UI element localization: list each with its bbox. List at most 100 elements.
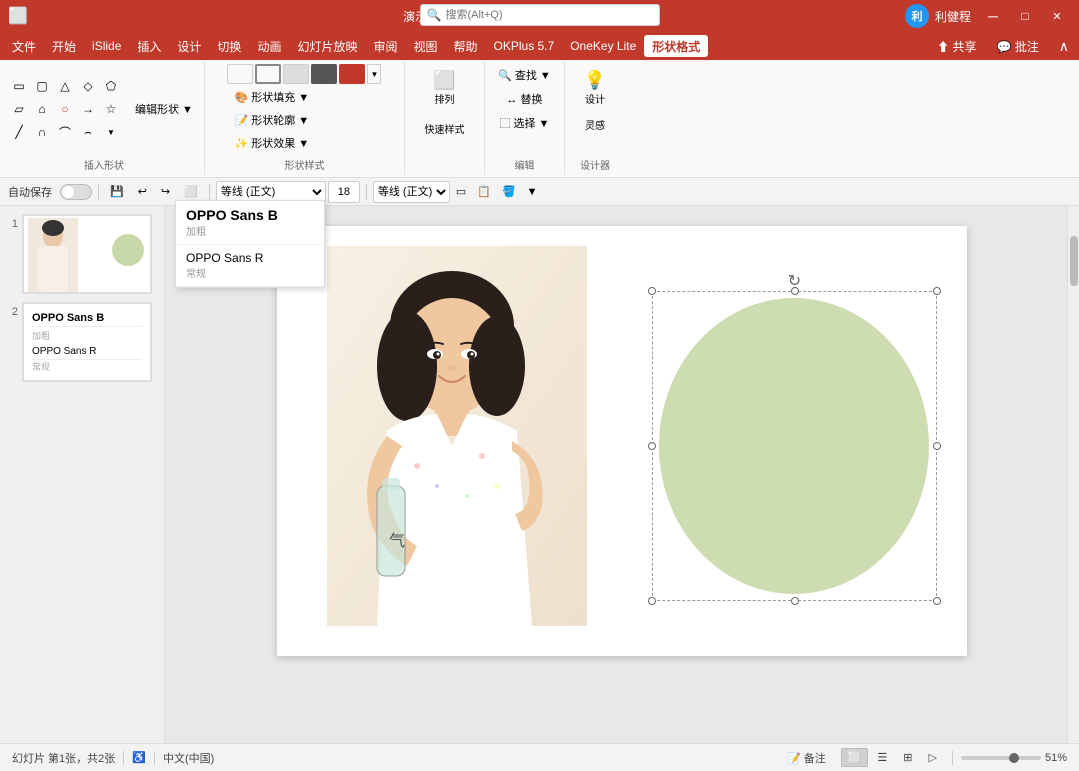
search-bar[interactable]: 🔍: [420, 4, 660, 26]
find-button[interactable]: 🔍 查找 ▼: [491, 64, 558, 86]
zoom-controls: 51%: [961, 752, 1067, 764]
handle-bottom-left[interactable]: [648, 597, 656, 605]
menu-home[interactable]: 开始: [44, 35, 84, 57]
select-button[interactable]: ⬚ 选择 ▼: [492, 112, 556, 134]
accessibility-icon[interactable]: ♿: [132, 751, 146, 764]
zoom-knob[interactable]: [1009, 753, 1019, 763]
menu-transition[interactable]: 切换: [209, 35, 249, 57]
outline-view-button[interactable]: ☰: [870, 748, 894, 767]
title-bar: ⬜ 演示文稿1 - PowerPoint 🔍 利 利健程 ─ □ ✕: [0, 0, 1079, 32]
shape-outline-button[interactable]: 📝 形状轮廓 ▼: [227, 109, 316, 131]
line-btn[interactable]: ╱: [8, 121, 30, 143]
menu-view[interactable]: 视图: [405, 35, 445, 57]
title-left-icons: ⬜: [8, 6, 28, 26]
connector-btn[interactable]: ⌢: [77, 121, 99, 143]
main-area: 1: [0, 206, 1079, 743]
menu-slideshow[interactable]: 幻灯片放映: [289, 35, 365, 57]
font-size-input[interactable]: [328, 181, 360, 203]
person-image[interactable]: 气: [327, 246, 587, 626]
style-preset-3[interactable]: [283, 64, 309, 84]
menu-design[interactable]: 设计: [169, 35, 209, 57]
zoom-slider[interactable]: [961, 756, 1041, 760]
collapse-ribbon-icon[interactable]: ∧: [1053, 36, 1075, 57]
more-shapes-btn[interactable]: ▼: [100, 121, 122, 143]
round-rect-btn[interactable]: ▢: [31, 75, 53, 97]
slide-sorter-button[interactable]: ⊞: [896, 748, 919, 767]
handle-top-center[interactable]: [791, 287, 799, 295]
handle-mid-right[interactable]: [933, 442, 941, 450]
notes-label: 备注: [804, 753, 826, 765]
normal-view-button[interactable]: ⬜: [841, 748, 869, 767]
font-oppo-r-item[interactable]: OPPO Sans R 常规: [176, 245, 324, 287]
circle-btn[interactable]: ○: [54, 98, 76, 120]
handle-mid-left[interactable]: [648, 442, 656, 450]
menu-help[interactable]: 帮助: [446, 35, 486, 57]
style-preset-2[interactable]: [255, 64, 281, 84]
handle-bottom-center[interactable]: [791, 597, 799, 605]
undo-button[interactable]: ↩: [133, 182, 152, 201]
canvas-v-scrollbar[interactable]: [1067, 206, 1079, 743]
rect-shape-btn[interactable]: ▭: [8, 75, 30, 97]
pentagon-btn[interactable]: ⬠: [100, 75, 122, 97]
menu-animation[interactable]: 动画: [249, 35, 289, 57]
arrow-btn[interactable]: →: [77, 98, 99, 120]
menu-insert[interactable]: 插入: [129, 35, 169, 57]
format-style-select[interactable]: 等线 (正文): [373, 181, 450, 203]
canvas-scrollbar-thumb[interactable]: [1070, 236, 1078, 286]
maximize-button[interactable]: □: [1011, 5, 1039, 27]
slide-preview-2[interactable]: OPPO Sans B 加粗 OPPO Sans R 常规: [22, 302, 152, 382]
replace-button[interactable]: ↔ 替换: [499, 88, 549, 110]
close-button[interactable]: ✕: [1043, 5, 1071, 27]
shape-effect-button[interactable]: ✨ 形状效果 ▼: [227, 132, 316, 154]
inspiration-button[interactable]: 灵感: [578, 114, 612, 135]
format-clear-btn[interactable]: 🪣: [497, 181, 521, 203]
notes-button[interactable]: 📝 备注: [780, 747, 833, 769]
style-preset-1[interactable]: [227, 64, 253, 84]
handle-top-right[interactable]: [933, 287, 941, 295]
menu-file[interactable]: 文件: [4, 35, 44, 57]
format-button[interactable]: ⬜: [179, 182, 203, 201]
shape-fill-button[interactable]: 🎨 形状填充 ▼: [227, 86, 316, 108]
format-paste-btn[interactable]: 📋: [472, 181, 496, 203]
slide-canvas[interactable]: 气: [277, 226, 967, 656]
arrange-button[interactable]: ⬜ 排列: [422, 64, 466, 112]
font-oppo-b-item[interactable]: OPPO Sans B 加粗: [176, 201, 324, 245]
save-button[interactable]: 💾: [105, 182, 129, 201]
autosave-toggle[interactable]: [60, 184, 92, 200]
parallelogram-btn[interactable]: ▱: [8, 98, 30, 120]
style-more-button[interactable]: ▼: [367, 64, 381, 84]
shape-properties: 🎨 形状填充 ▼ 📝 形状轮廓 ▼ ✨ 形状效果 ▼: [227, 86, 316, 154]
diamond-btn[interactable]: ◇: [77, 75, 99, 97]
menu-onekey[interactable]: OneKey Lite: [562, 35, 644, 57]
quick-style-button[interactable]: 快速样式: [414, 114, 474, 142]
slide-preview-1[interactable]: [22, 214, 152, 294]
curve-btn[interactable]: ∩: [31, 121, 53, 143]
search-input[interactable]: [445, 9, 652, 21]
menu-okplus[interactable]: OKPlus 5.7: [486, 35, 563, 57]
circle-selection-container[interactable]: ↻: [652, 291, 937, 601]
design-button[interactable]: 💡 设计: [573, 64, 617, 112]
menu-review[interactable]: 审阅: [365, 35, 405, 57]
redo-button[interactable]: ↪: [156, 182, 175, 201]
style-preset-5[interactable]: [339, 64, 365, 84]
trapezoid-btn[interactable]: ⌂: [31, 98, 53, 120]
toolbar-separator-1: [98, 184, 99, 200]
font-oppo-bold-name: OPPO Sans B: [186, 207, 314, 223]
user-section: 利 利健程: [905, 4, 971, 28]
menu-shape-format[interactable]: 形状格式: [644, 35, 708, 57]
handle-top-left[interactable]: [648, 287, 656, 295]
edit-shape-button[interactable]: 编辑形状 ▼: [128, 98, 200, 120]
handle-bottom-right[interactable]: [933, 597, 941, 605]
format-copy-btn[interactable]: ▭: [451, 181, 471, 203]
freeform-btn[interactable]: ⌒: [54, 121, 76, 143]
minimize-button[interactable]: ─: [979, 5, 1007, 27]
triangle-btn[interactable]: △: [54, 75, 76, 97]
star-btn[interactable]: ☆: [100, 98, 122, 120]
menu-bar: 文件 开始 iSlide 插入 设计 切换 动画 幻灯片放映 审阅 视图 帮助 …: [0, 32, 1079, 60]
share-button[interactable]: ⬆ 共享: [931, 36, 982, 57]
reading-view-button[interactable]: ▷: [922, 748, 944, 767]
comment-button[interactable]: 💬 批注: [990, 36, 1044, 57]
style-preset-4[interactable]: [311, 64, 337, 84]
format-extra-btn[interactable]: ▼: [522, 181, 543, 203]
menu-islide[interactable]: iSlide: [84, 35, 129, 57]
